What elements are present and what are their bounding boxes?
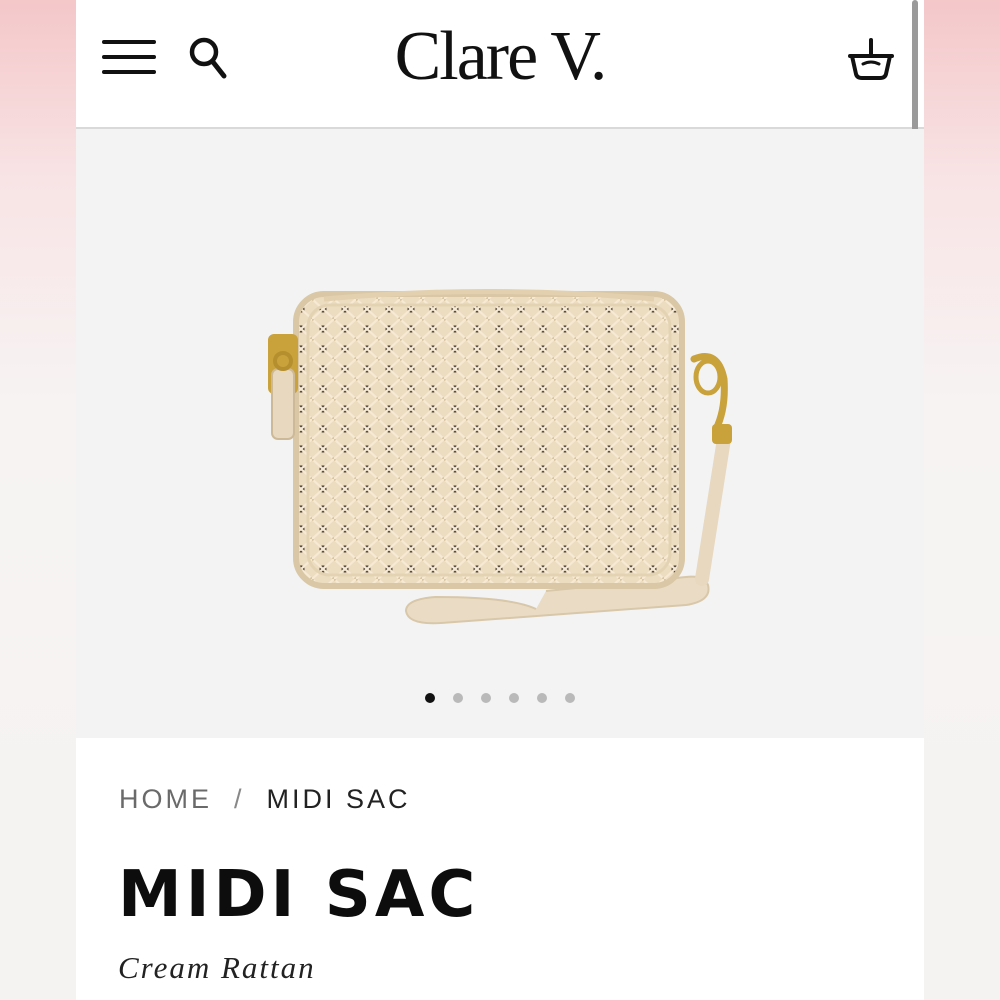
product-image (268, 289, 732, 625)
product-title: MIDI SAC (118, 858, 480, 932)
carousel-dot-6[interactable] (565, 693, 575, 703)
product-color: Cream Rattan (118, 950, 316, 985)
breadcrumb-separator: / (234, 784, 245, 814)
mobile-page: Clare V. HOME / MIDI SAC MIDI SAC Cream … (76, 0, 924, 1000)
basket-icon[interactable] (846, 34, 896, 84)
site-header: Clare V. (76, 0, 924, 310)
product-gallery[interactable] (76, 129, 924, 738)
breadcrumb-home-link[interactable]: HOME (119, 784, 212, 814)
carousel-dot-5[interactable] (537, 693, 547, 703)
carousel-dots (76, 693, 924, 703)
product-info: HOME / MIDI SAC MIDI SAC Cream Rattan (76, 738, 924, 1000)
carousel-dot-4[interactable] (509, 693, 519, 703)
breadcrumb-current: MIDI SAC (266, 784, 411, 814)
breadcrumb: HOME / MIDI SAC (119, 784, 411, 815)
brand-logo[interactable]: Clare V. (76, 22, 924, 92)
carousel-dot-2[interactable] (453, 693, 463, 703)
carousel-dot-1[interactable] (425, 693, 435, 703)
carousel-dot-3[interactable] (481, 693, 491, 703)
